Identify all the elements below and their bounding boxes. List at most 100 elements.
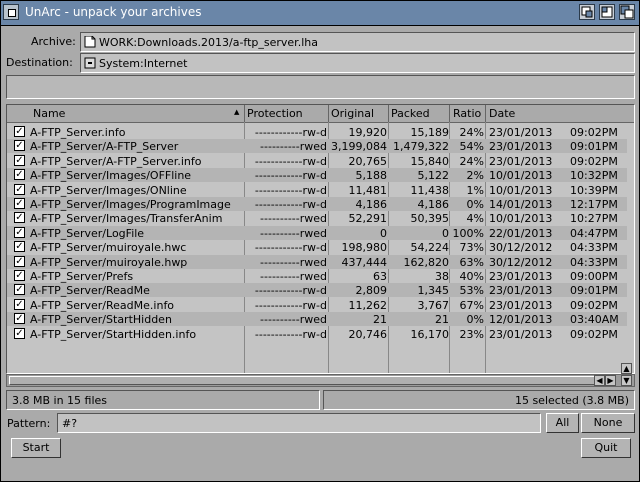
file-protection: ----------rwed <box>260 255 327 269</box>
row-checkbox[interactable]: ✓ <box>14 298 25 310</box>
file-packed-size: 15,189 <box>410 126 450 139</box>
file-name: A-FTP_Server/Images/ONline <box>30 183 187 197</box>
file-date: 10/01/2013 <box>489 212 553 226</box>
table-row[interactable]: ✓ A-FTP_Server/Prefs ----------rwed 63 38 40%… <box>7 269 627 283</box>
file-packed-size: 50,395 <box>410 212 450 226</box>
select-none-button[interactable]: None <box>581 413 635 433</box>
table-row[interactable]: ✓ A-FTP_Server/Images/ProgramImage -------… <box>7 197 627 211</box>
column-header-packed[interactable]: Packed <box>391 107 430 120</box>
close-icon[interactable] <box>3 4 19 20</box>
file-date: 12/01/2013 <box>489 313 553 327</box>
table-row[interactable]: ✓ A-FTP_Server/A-FTP_Server ----------rwed… <box>7 139 627 154</box>
table-row[interactable]: ✓ A-FTP_Server/StartHidden.info ----------… <box>7 327 627 341</box>
row-checkbox[interactable]: ✓ <box>14 183 25 195</box>
scroll-up-icon[interactable]: ▲ <box>621 363 632 374</box>
start-button[interactable]: Start <box>11 438 61 458</box>
scroll-right-icon[interactable]: ▶ <box>605 375 616 386</box>
file-protection: ------------rw-d <box>254 298 327 312</box>
select-all-button[interactable]: All <box>546 413 579 433</box>
table-row[interactable]: ✓ A-FTP_Server/Images/ONline ------------r… <box>7 183 627 197</box>
row-checkbox[interactable]: ✓ <box>14 154 25 166</box>
pattern-input[interactable]: #? <box>57 413 541 433</box>
file-time: 10:27PM <box>570 212 618 226</box>
row-checkbox[interactable]: ✓ <box>14 226 25 238</box>
file-name: A-FTP_Server/LogFile <box>30 226 145 240</box>
file-list[interactable]: Name ▲ Protection Original Packed Ratio … <box>6 104 635 374</box>
table-row[interactable]: ✓ A-FTP_Server/muiroyale.hwc ------------r… <box>7 240 627 254</box>
scroll-down-icon[interactable]: ▼ <box>621 375 632 386</box>
file-protection: ----------rwed <box>260 226 327 240</box>
row-checkbox[interactable]: ✓ <box>14 198 25 209</box>
pattern-value: #? <box>62 417 78 430</box>
iconify-icon[interactable] <box>579 4 595 20</box>
archive-field[interactable]: WORK:Downloads.2013/a-ftp_server.lha <box>80 32 635 52</box>
column-header-ratio[interactable]: Ratio <box>453 107 481 120</box>
row-checkbox[interactable]: ✓ <box>14 327 25 339</box>
file-name: A-FTP_Server.info <box>30 126 126 139</box>
file-time: 04:33PM <box>570 241 618 255</box>
drawer-icon <box>84 57 96 69</box>
file-time: 10:32PM <box>570 169 618 183</box>
file-date: 23/01/2013 <box>489 327 553 341</box>
file-original-size: 11,262 <box>348 298 388 312</box>
table-row[interactable]: ✓ A-FTP_Server/A-FTP_Server.info ---------… <box>7 154 627 168</box>
file-ratio: 0% <box>466 313 484 327</box>
scroll-left-icon[interactable]: ◀ <box>594 375 605 386</box>
scrollbar-knob[interactable] <box>9 376 595 385</box>
file-name: A-FTP_Server/Images/ProgramImage <box>30 198 231 211</box>
file-ratio: 63% <box>459 255 484 269</box>
table-row[interactable]: ✓ A-FTP_Server/Images/TransferAnim -------… <box>7 211 627 225</box>
table-row[interactable]: ✓ A-FTP_Server.info ------------rw-d 19,920… <box>7 125 627 139</box>
row-checkbox[interactable]: ✓ <box>14 169 25 181</box>
row-checkbox[interactable]: ✓ <box>14 270 25 281</box>
row-checkbox[interactable]: ✓ <box>14 212 25 224</box>
status-files: 3.8 MB in 15 files <box>6 390 320 410</box>
file-name: A-FTP_Server/muiroyale.hwp <box>30 255 188 269</box>
list-header: Name ▲ Protection Original Packed Ratio … <box>7 105 634 123</box>
table-row[interactable]: ✓ A-FTP_Server/Images/OFFline ------------… <box>7 168 627 183</box>
table-row[interactable]: ✓ A-FTP_Server/StartHidden ----------rwed 2… <box>7 312 627 327</box>
file-original-size: 198,980 <box>341 241 388 255</box>
file-date: 14/01/2013 <box>489 198 553 211</box>
file-date: 23/01/2013 <box>489 154 553 168</box>
zoom-icon[interactable] <box>599 4 615 20</box>
file-original-size: 4,186 <box>355 198 388 211</box>
destination-field[interactable]: System:Internet <box>80 53 635 73</box>
row-checkbox[interactable]: ✓ <box>14 241 25 253</box>
status-selection: 15 selected (3.8 MB) <box>323 390 635 410</box>
file-protection: ------------rw-d <box>254 241 327 255</box>
row-checkbox[interactable]: ✓ <box>14 140 25 152</box>
file-name: A-FTP_Server/Images/TransferAnim <box>30 212 223 226</box>
file-date: 23/01/2013 <box>489 140 553 154</box>
file-protection: ------------rw-d <box>254 327 327 341</box>
file-packed-size: 4,186 <box>417 198 450 211</box>
table-row[interactable]: ✓ A-FTP_Server/ReadMe.info ------------rw-… <box>7 298 627 312</box>
table-row[interactable]: ✓ A-FTP_Server/ReadMe ------------rw-d 2,80… <box>7 283 627 298</box>
table-row[interactable]: ✓ A-FTP_Server/LogFile ----------rwed 0 0 100… <box>7 225 627 240</box>
file-date: 23/01/2013 <box>489 126 553 139</box>
status-total: 3.8 MB in 15 files <box>12 394 108 407</box>
column-header-name[interactable]: Name <box>33 107 65 120</box>
file-time: 04:33PM <box>570 255 618 269</box>
row-checkbox[interactable]: ✓ <box>14 126 25 137</box>
column-header-original[interactable]: Original <box>331 107 374 120</box>
depth-icon[interactable] <box>619 4 635 20</box>
title-bar[interactable]: UnArc - unpack your archives <box>1 1 639 26</box>
destination-label: Destination: <box>6 56 73 69</box>
file-packed-size: 1,345 <box>417 284 450 298</box>
archive-label: Archive: <box>31 35 76 48</box>
table-row[interactable]: ✓ A-FTP_Server/muiroyale.hwp ----------rwe… <box>7 254 627 269</box>
file-name: A-FTP_Server/ReadMe.info <box>30 298 175 312</box>
row-checkbox[interactable]: ✓ <box>14 313 25 325</box>
file-protection: ----------rwed <box>260 313 327 327</box>
column-header-protection[interactable]: Protection <box>247 107 303 120</box>
horizontal-scrollbar[interactable] <box>6 374 635 387</box>
row-checkbox[interactable]: ✓ <box>14 255 25 267</box>
window-title: UnArc - unpack your archives <box>25 5 202 19</box>
file-ratio: 4% <box>466 212 484 226</box>
file-time: 09:01PM <box>570 284 618 298</box>
quit-button[interactable]: Quit <box>581 438 631 458</box>
file-ratio: 24% <box>459 154 484 168</box>
column-header-date[interactable]: Date <box>489 107 515 120</box>
row-checkbox[interactable]: ✓ <box>14 284 25 296</box>
